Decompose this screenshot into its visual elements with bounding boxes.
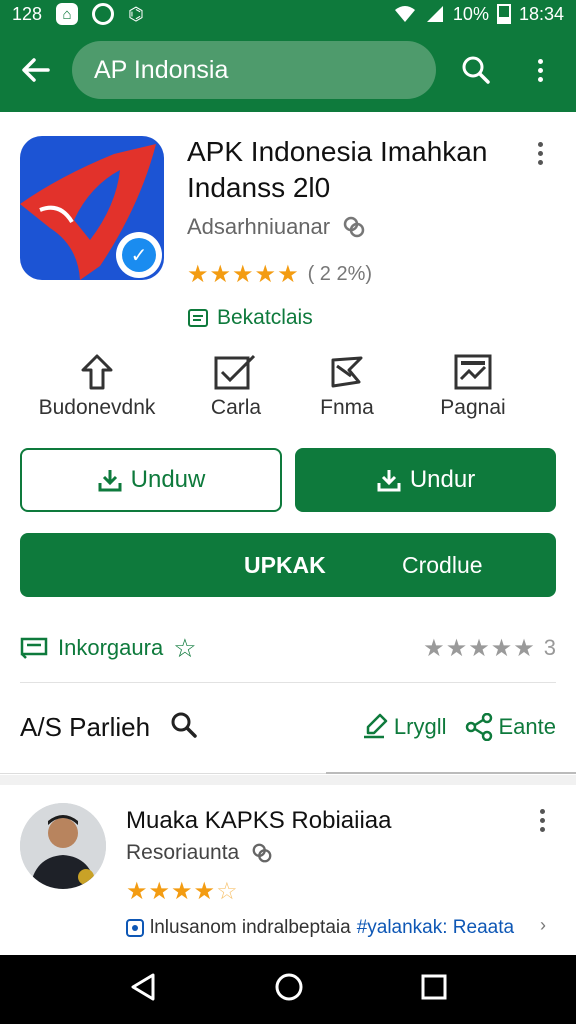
checklist-icon: [214, 354, 256, 390]
app-title: APK Indonesia Imahkan Indanss 2l0: [187, 134, 527, 206]
feature-item-1[interactable]: Budonevdnk: [22, 348, 172, 420]
feature-label-4: Pagnai: [440, 396, 506, 419]
link-icon: [252, 843, 272, 863]
feature-row: Budonevdnk Carla Fnma Pagnai: [0, 348, 576, 432]
feature-label-1: Budonevdnk: [38, 396, 156, 419]
edit-action-label: Lrygll: [393, 714, 447, 739]
share-action[interactable]: Eante: [465, 713, 557, 741]
review-stars-empty: ☆: [216, 878, 239, 905]
download-solid-label: Undur: [409, 466, 476, 493]
apps-search-button[interactable]: [170, 711, 198, 744]
nav-recents-button[interactable]: [421, 974, 447, 1005]
more-vert-icon: [538, 142, 543, 165]
nav-home-button[interactable]: [274, 972, 304, 1007]
download-outline-label: Unduw: [130, 466, 206, 493]
download-solid-button[interactable]: Undur: [295, 448, 556, 512]
review-text-plain: lnlusanom indralbeptaia: [150, 917, 351, 938]
app-more-button[interactable]: [538, 142, 543, 165]
back-arrow-icon: [22, 58, 50, 82]
tab-indicator: [326, 772, 576, 774]
search-icon: [462, 56, 490, 84]
app-details-card: ✓ APK Indonesia Imahkan Indanss 2l0 Adsa…: [0, 112, 576, 774]
status-bar: 128 ⌂ ⌬ 10% 18:34: [0, 0, 576, 28]
reviewer-subtitle-row: Resoriaunta: [126, 841, 273, 865]
info-square-icon: [126, 919, 144, 937]
verified-badge: ✓: [116, 232, 162, 278]
share-icon: [465, 713, 492, 741]
more-vert-icon: [537, 58, 543, 82]
search-text: AP Indonsia: [94, 55, 229, 84]
wide-button-left-label: UPKAK: [244, 551, 326, 578]
reviewer-subtitle: Resoriaunta: [126, 841, 240, 864]
battery-percent: 10%: [452, 3, 489, 24]
apps-section-header: A/S Parlieh Lrygll Eante: [20, 702, 556, 752]
verified-check-icon: ✓: [122, 238, 156, 272]
search-field[interactable]: AP Indonsia: [72, 41, 436, 99]
nav-back-icon: [131, 973, 155, 1001]
review-stars-filled: ★★★★: [126, 878, 217, 905]
review-stars: ★★★★☆: [126, 877, 239, 906]
wide-button-right-label: Crodlue: [402, 551, 483, 578]
info-rating-count: 3: [543, 635, 556, 660]
edit-icon: [363, 713, 388, 739]
rating-count: ( 2 2%): [307, 263, 373, 285]
battery-icon: [496, 4, 511, 24]
avatar-person-icon: [20, 803, 106, 889]
edit-action[interactable]: Lrygll: [360, 713, 447, 741]
link-icon: [343, 216, 365, 238]
back-button[interactable]: [0, 28, 72, 112]
notification-app-icon: ⌂: [56, 3, 79, 25]
nav-home-icon: [275, 973, 303, 1001]
search-icon: [171, 712, 197, 738]
review-text: lnlusanom indralbeptaia #yalankak: Reaat…: [126, 917, 514, 939]
category-tag[interactable]: Bekatclais: [187, 306, 313, 330]
rating-stars: ★★★★★: [187, 261, 300, 288]
info-rating: ★★★★★ 3: [423, 634, 556, 663]
app-bar: AP Indonsia: [0, 28, 576, 112]
status-time-left: 128: [12, 3, 43, 24]
feature-item-4[interactable]: Pagnai: [398, 348, 548, 420]
review-card: Muaka KAPKS Robiaiiaa Resoriaunta ★★★★☆ …: [0, 785, 576, 955]
signal-icon: [426, 6, 443, 22]
app-title-line2: Indanss 2l0: [187, 172, 331, 203]
share-action-label: Eante: [498, 714, 557, 739]
review-text-tagged[interactable]: #yalankak: Reaata: [357, 917, 514, 939]
app-title-line1: APK Indonesia Imahkan: [187, 136, 488, 167]
download-icon: [98, 470, 122, 492]
rating-row: ★★★★★ ( 2 2%): [187, 260, 372, 289]
download-outline-button[interactable]: Unduw: [20, 448, 282, 512]
small-notification-icon: ⌬: [128, 3, 144, 24]
nav-recents-icon: [421, 974, 447, 1000]
up-arrow-icon: [81, 354, 113, 390]
overflow-menu-button[interactable]: [508, 28, 572, 112]
document-icon: [188, 309, 208, 327]
image-frame-icon: [454, 354, 492, 390]
message-icon: [20, 637, 48, 659]
info-link[interactable]: Inkorgaura ☆: [20, 633, 197, 664]
developer-row[interactable]: Adsarhniuanar: [187, 214, 366, 240]
primary-wide-button[interactable]: UPKAK Crodlue: [20, 533, 556, 597]
category-tag-label: Bekatclais: [217, 306, 313, 329]
avatar[interactable]: [20, 803, 106, 889]
search-button[interactable]: [444, 28, 508, 112]
gray-rating-stars: ★★★★★: [423, 634, 536, 662]
more-vert-icon: [540, 809, 545, 832]
apps-section-title: A/S Parlieh: [20, 711, 151, 742]
developer-name: Adsarhniuanar: [187, 214, 331, 239]
system-nav-bar: [0, 955, 576, 1024]
chevron-right-icon[interactable]: ›: [540, 915, 546, 936]
status-time-right: 18:34: [518, 3, 564, 24]
review-more-button[interactable]: [540, 809, 545, 832]
shape-icon: [331, 356, 363, 388]
info-link-label: Inkorgaura: [58, 635, 164, 660]
info-row: Inkorgaura ☆ ★★★★★ 3: [20, 624, 556, 672]
download-icon: [377, 470, 401, 492]
divider: [20, 682, 556, 683]
reviewer-name: Muaka KAPKS Robiaiiaa: [126, 807, 392, 834]
wifi-icon: [394, 6, 415, 22]
nav-back-button[interactable]: [129, 972, 157, 1007]
sync-icon: [92, 3, 115, 25]
section-gap: [0, 775, 576, 785]
star-outline-icon[interactable]: ☆: [173, 633, 196, 664]
